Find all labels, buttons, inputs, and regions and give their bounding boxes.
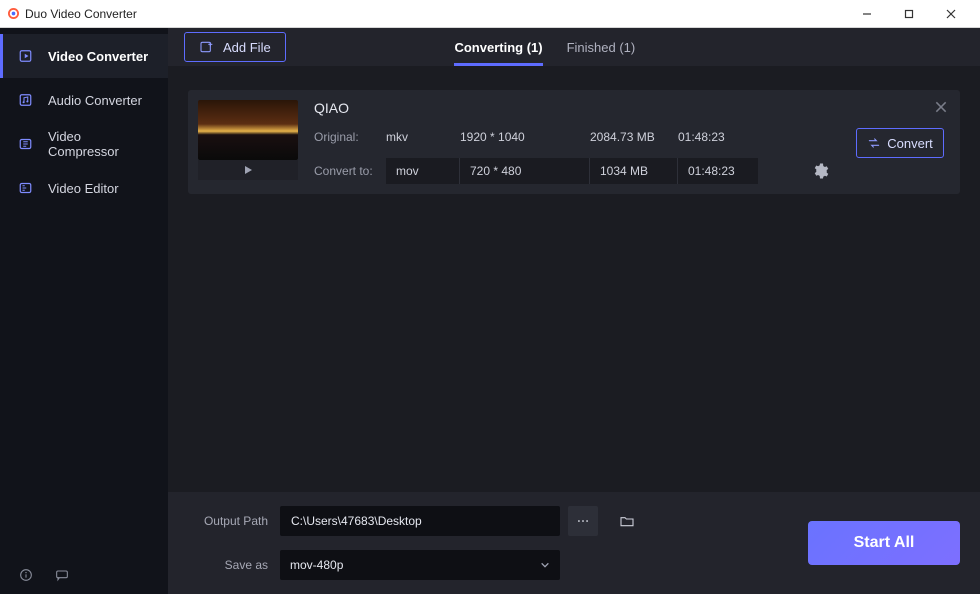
topbar: Add File Converting (1) Finished (1) [168,28,980,66]
minimize-button[interactable] [846,0,888,28]
add-file-icon [199,39,215,55]
convert-duration-value: 01:48:23 [678,158,758,184]
tab-converting[interactable]: Converting (1) [454,28,542,66]
tab-finished[interactable]: Finished (1) [567,28,636,66]
file-name: QIAO [314,100,840,116]
original-duration: 01:48:23 [678,130,758,144]
convert-button[interactable]: Convert [856,128,944,158]
output-path-input[interactable]: C:\Users\47683\Desktop [280,506,560,536]
settings-gear-icon[interactable] [811,162,829,180]
remove-file-button[interactable] [934,100,948,114]
preview-play-button[interactable] [198,160,298,180]
sidebar-item-video-editor[interactable]: Video Editor [0,166,168,210]
add-file-button[interactable]: Add File [184,32,286,62]
file-thumbnail [198,100,298,160]
close-button[interactable] [930,0,972,28]
video-converter-icon [18,47,36,65]
file-card: QIAO Original: mkv 1920 * 1040 2084.73 M… [188,90,960,194]
sidebar-item-label: Video Editor [48,181,119,196]
convert-to-label: Convert to: [314,164,386,178]
sidebar-item-video-compressor[interactable]: Video Compressor [0,122,168,166]
convert-resolution-select[interactable]: 720 * 480 [460,158,590,184]
footer: Output Path C:\Users\47683\Desktop Save … [168,492,980,594]
convert-icon [867,136,881,150]
open-folder-button[interactable] [612,506,642,536]
sidebar-item-label: Video Compressor [48,129,150,159]
info-icon[interactable] [18,567,34,583]
convert-format-select[interactable]: mov [386,158,460,184]
window-title: Duo Video Converter [25,7,137,21]
sidebar-item-video-converter[interactable]: Video Converter [0,34,168,78]
output-path-label: Output Path [188,514,272,528]
titlebar: Duo Video Converter [0,0,980,28]
audio-converter-icon [18,91,36,109]
save-as-select[interactable]: mov-480p [280,550,560,580]
feedback-icon[interactable] [54,567,70,583]
sidebar-item-label: Video Converter [48,49,148,64]
browse-path-button[interactable] [568,506,598,536]
original-resolution: 1920 * 1040 [460,130,590,144]
chevron-down-icon [540,560,550,570]
add-file-label: Add File [223,40,271,55]
save-as-label: Save as [188,558,272,572]
video-editor-icon [18,179,36,197]
convert-button-label: Convert [887,136,933,151]
original-size: 2084.73 MB [590,130,678,144]
start-all-button[interactable]: Start All [808,521,960,565]
sidebar-item-label: Audio Converter [48,93,142,108]
sidebar: Video Converter Audio Converter Video Co… [0,28,168,594]
content-area: QIAO Original: mkv 1920 * 1040 2084.73 M… [168,66,980,492]
app-logo-icon [8,8,19,19]
convert-size-value: 1034 MB [590,158,678,184]
original-label: Original: [314,130,386,144]
original-format: mkv [386,130,460,144]
video-compressor-icon [18,135,36,153]
sidebar-item-audio-converter[interactable]: Audio Converter [0,78,168,122]
maximize-button[interactable] [888,0,930,28]
